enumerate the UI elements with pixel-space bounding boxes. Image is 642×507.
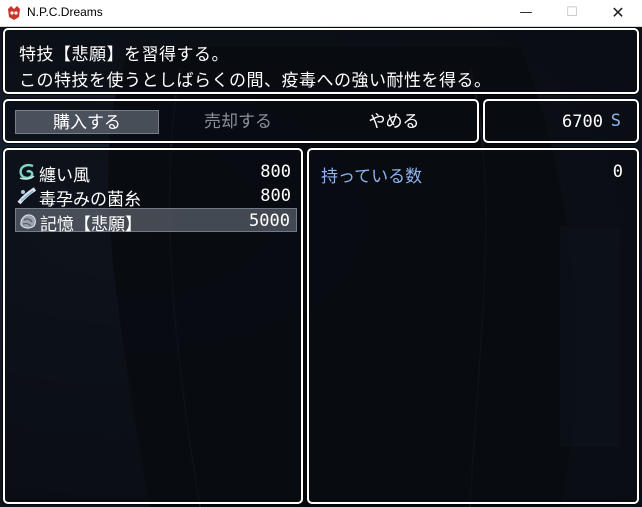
buy-command[interactable]: 購入する xyxy=(15,110,159,134)
shop-item-list: 纏い風 800 毒孕みの菌糸 800 記憶【悲願】 5000 xyxy=(3,148,303,504)
owned-count-value: 0 xyxy=(612,162,623,182)
minimize-button[interactable]: — xyxy=(503,0,549,26)
possession-window: 持っている数 0 xyxy=(307,148,639,504)
mycelium-icon xyxy=(17,187,37,205)
cancel-command[interactable]: やめる xyxy=(322,110,466,134)
window-title: N.P.C.Dreams xyxy=(27,5,103,19)
gold-window: 6700 S xyxy=(483,99,639,143)
owned-count-label: 持っている数 xyxy=(321,167,423,187)
title-bar: N.P.C.Dreams — ☐ ✕ xyxy=(0,0,642,27)
sell-command[interactable]: 売却する xyxy=(166,110,310,134)
item-name: 毒孕みの菌糸 xyxy=(39,190,141,210)
item-price: 800 xyxy=(260,162,291,182)
wind-swirl-icon xyxy=(19,163,35,180)
help-window: 特技【悲願】を習得する。 この特技を使うとしばらくの間、疫毒への強い耐性を得る。 xyxy=(3,28,639,94)
command-window: 購入する 売却する やめる xyxy=(3,99,479,143)
item-price: 800 xyxy=(260,186,291,206)
shop-item-row[interactable]: 毒孕みの菌糸 800 xyxy=(15,184,297,210)
shop-item-row[interactable]: 纏い風 800 xyxy=(15,160,297,186)
game-screen: 特技【悲願】を習得する。 この特技を使うとしばらくの間、疫毒への強い耐性を得る。… xyxy=(0,27,642,507)
currency-unit: S xyxy=(610,111,621,131)
item-price: 5000 xyxy=(249,211,290,231)
gold-amount: 6700 xyxy=(562,112,603,132)
help-text-line-1: 特技【悲願】を習得する。 xyxy=(19,45,229,65)
help-text-line-2: この特技を使うとしばらくの間、疫毒への強い耐性を得る。 xyxy=(19,71,492,91)
item-name: 記憶【悲願】 xyxy=(40,215,142,235)
shop-item-row-selected[interactable]: 記憶【悲願】 5000 xyxy=(15,208,297,235)
app-icon xyxy=(8,6,20,20)
close-button[interactable]: ✕ xyxy=(595,0,641,26)
item-name: 纏い風 xyxy=(39,166,90,186)
maximize-button[interactable]: ☐ xyxy=(549,0,595,26)
memory-icon xyxy=(20,214,36,229)
